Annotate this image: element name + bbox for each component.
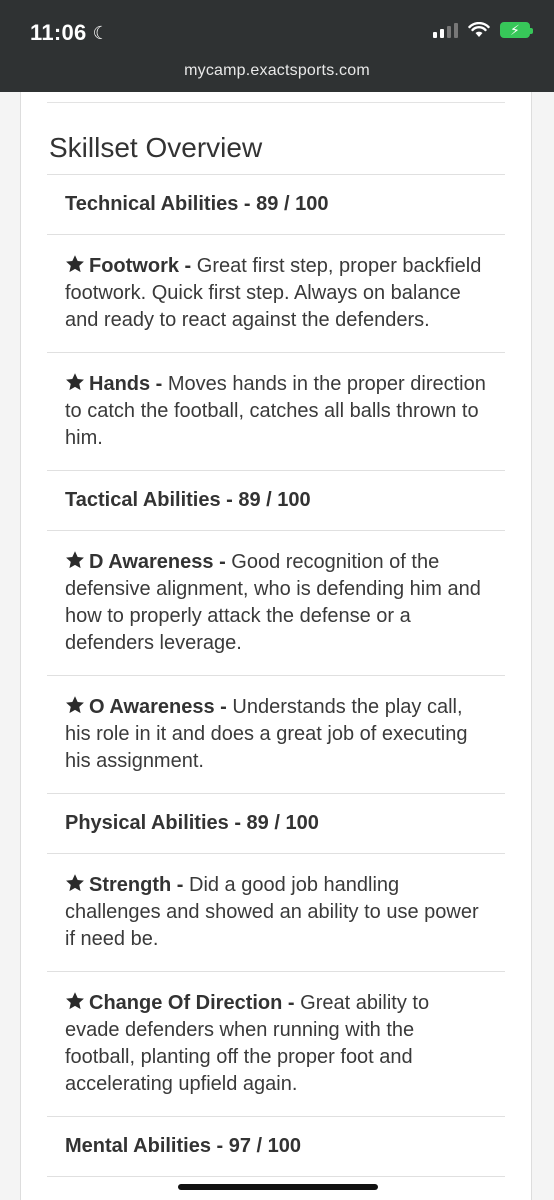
skill-name: O Awareness -: [89, 696, 227, 718]
bolt-icon: ⚡: [510, 22, 520, 38]
skill-item: Footwork - Great first step, proper back…: [47, 234, 505, 352]
divider: [47, 102, 505, 103]
skill-name: Change Of Direction -: [89, 992, 295, 1014]
section-heading: Technical Abilities - 89 / 100: [65, 193, 329, 215]
skillset-card: Skillset Overview Technical Abilities - …: [20, 92, 532, 1200]
section-heading: Mental Abilities - 97 / 100: [65, 1135, 302, 1157]
skill-item: Change Of Direction - Great ability to e…: [47, 971, 505, 1116]
url-bar[interactable]: mycamp.exactsports.com: [0, 62, 554, 80]
skill-item: D Awareness - Good recognition of the de…: [47, 530, 505, 675]
skill-name: D Awareness -: [89, 551, 226, 573]
skill-item: O Awareness - Understands the play call,…: [47, 675, 505, 793]
star-icon: [66, 551, 84, 569]
skill-item: Strength - Did a good job handling chall…: [47, 853, 505, 971]
home-indicator[interactable]: [178, 1184, 378, 1190]
star-icon: [66, 992, 84, 1010]
wifi-icon: [468, 22, 490, 38]
star-icon: [66, 373, 84, 391]
cellular-signal-icon: [433, 22, 458, 38]
battery-charging-icon: ⚡: [500, 22, 533, 38]
star-icon: [66, 696, 84, 714]
skill-item: Hands - Moves hands in the proper direct…: [47, 352, 505, 470]
time-text: 11:06: [30, 20, 87, 45]
section-heading-row: Technical Abilities - 89 / 100: [47, 174, 505, 234]
status-bar: 11:06 ☾ ⚡ mycamp.exactsports.com: [0, 0, 554, 92]
star-icon: [66, 874, 84, 892]
section-heading-row: Mental Abilities - 97 / 100: [47, 1116, 505, 1176]
page-title: Skillset Overview: [49, 132, 263, 163]
skill-name: Footwork -: [89, 255, 192, 277]
star-icon: [66, 255, 84, 273]
skillset-list: Technical Abilities - 89 / 100 Footwork …: [47, 174, 505, 1196]
skill-name: Strength -: [89, 874, 184, 896]
section-heading: Physical Abilities - 89 / 100: [65, 812, 319, 834]
moon-icon: ☾: [92, 22, 109, 43]
skill-name: Hands -: [89, 373, 163, 395]
section-heading: Tactical Abilities - 89 / 100: [65, 489, 311, 511]
section-heading-row: Tactical Abilities - 89 / 100: [47, 470, 505, 530]
section-heading-row: Physical Abilities - 89 / 100: [47, 793, 505, 853]
status-icons: ⚡: [433, 22, 533, 38]
clock: 11:06 ☾: [30, 20, 109, 46]
